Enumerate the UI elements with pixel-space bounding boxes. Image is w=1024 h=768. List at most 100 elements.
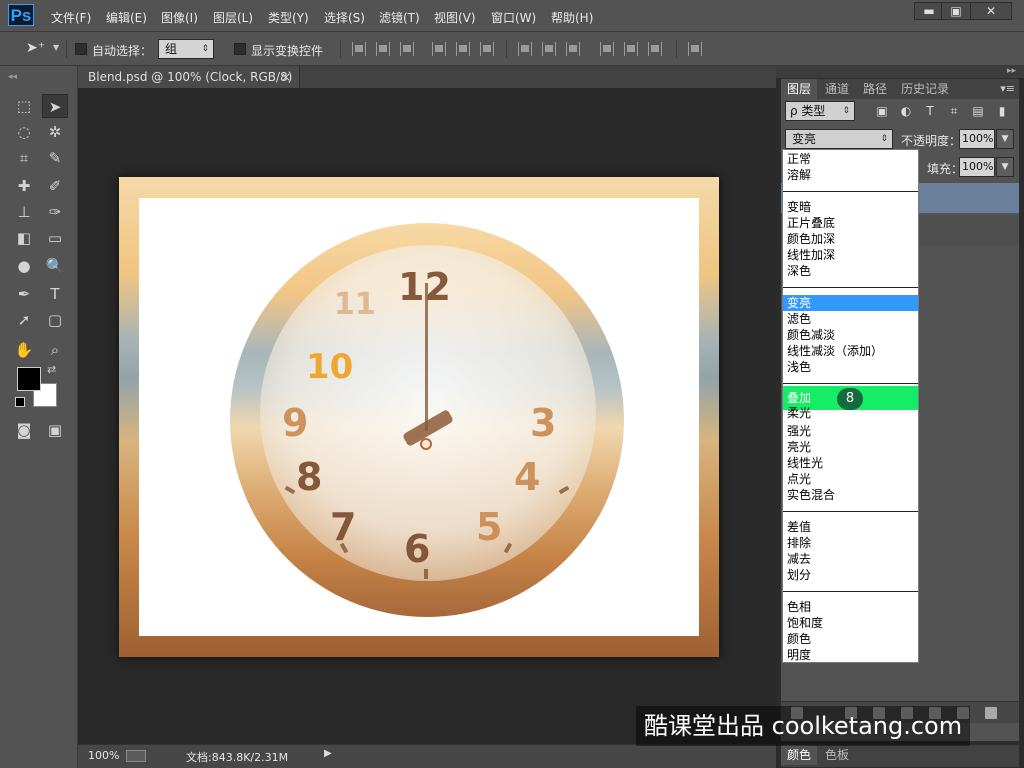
- dodge-tool-icon[interactable]: 🔍: [42, 254, 68, 278]
- eraser-tool-icon[interactable]: ◧: [11, 226, 37, 250]
- clone-stamp-tool-icon[interactable]: ⊥: [11, 200, 37, 224]
- fill-slider-toggle-icon[interactable]: ▼: [996, 157, 1014, 177]
- menu-help[interactable]: 帮助(H): [551, 9, 593, 26]
- blend-hue[interactable]: 色相: [783, 599, 918, 615]
- menu-image[interactable]: 图像(I): [161, 9, 198, 26]
- healing-brush-tool-icon[interactable]: ✚: [11, 174, 37, 198]
- align-top-icon[interactable]: [352, 42, 366, 56]
- distribute-hcenter-icon[interactable]: [624, 42, 638, 56]
- filter-adjustment-icon[interactable]: ◐: [899, 104, 913, 118]
- history-brush-tool-icon[interactable]: ✑: [42, 200, 68, 224]
- blend-difference[interactable]: 差值: [783, 519, 918, 535]
- magic-wand-tool-icon[interactable]: ✲: [42, 120, 68, 144]
- tab-color[interactable]: 颜色: [781, 745, 818, 765]
- gradient-tool-icon[interactable]: ▭: [42, 226, 68, 250]
- zoom-level[interactable]: 100%: [88, 749, 119, 762]
- blend-screen[interactable]: 滤色: [783, 311, 918, 327]
- menu-view[interactable]: 视图(V): [434, 9, 476, 26]
- tab-swatches[interactable]: 色板: [819, 745, 855, 765]
- pen-tool-icon[interactable]: ✒: [11, 282, 37, 306]
- blend-normal[interactable]: 正常: [783, 151, 918, 167]
- document-tab[interactable]: Blend.psd @ 100% (Clock, RGB/8) * ×: [78, 66, 300, 106]
- blend-lighten[interactable]: 变亮: [783, 295, 918, 311]
- panel-menu-icon[interactable]: ▾≡: [1000, 82, 1015, 95]
- blend-color-burn[interactable]: 颜色加深: [783, 231, 918, 247]
- brush-tool-icon[interactable]: ✐: [42, 174, 68, 198]
- blend-linear-burn[interactable]: 线性加深: [783, 247, 918, 263]
- quick-mask-icon[interactable]: ◙: [11, 418, 37, 442]
- blend-saturation[interactable]: 饱和度: [783, 615, 918, 631]
- close-tab-icon[interactable]: ×: [281, 66, 291, 88]
- distribute-bottom-icon[interactable]: [566, 42, 580, 56]
- filter-pixel-icon[interactable]: ▣: [875, 104, 889, 118]
- default-colors-icon[interactable]: [15, 397, 25, 407]
- blend-vivid-light[interactable]: 亮光: [783, 439, 918, 455]
- menu-window[interactable]: 窗口(W): [491, 9, 536, 26]
- blend-darken[interactable]: 变暗: [783, 199, 918, 215]
- blend-dissolve[interactable]: 溶解: [783, 167, 918, 183]
- blend-luminosity[interactable]: 明度: [783, 647, 918, 663]
- distribute-right-icon[interactable]: [648, 42, 662, 56]
- layer-filter-dropdown[interactable]: ρ 类型 ⇕: [785, 101, 855, 121]
- align-hcenter-icon[interactable]: [456, 42, 470, 56]
- blur-tool-icon[interactable]: ●: [11, 254, 37, 278]
- fill-input[interactable]: 100%: [959, 157, 995, 177]
- opacity-slider-toggle-icon[interactable]: ▼: [996, 129, 1014, 149]
- eyedropper-tool-icon[interactable]: ✎: [42, 146, 68, 170]
- foreground-color-swatch[interactable]: [17, 367, 41, 391]
- blend-soft-light[interactable]: 柔光: [783, 407, 918, 419]
- distribute-left-icon[interactable]: [600, 42, 614, 56]
- document-image[interactable]: 12 11 10 9 3 8 4 7 5 6: [119, 177, 719, 657]
- blend-mode-dropdown[interactable]: 变亮 ⇕: [785, 129, 893, 149]
- tab-history[interactable]: 历史记录: [895, 79, 955, 99]
- align-bottom-icon[interactable]: [400, 42, 414, 56]
- auto-align-icon[interactable]: [688, 42, 702, 56]
- filter-smart-object-icon[interactable]: ▤: [971, 104, 985, 118]
- screen-mode-icon[interactable]: ▣: [42, 418, 68, 442]
- rectangle-tool-icon[interactable]: ▢: [42, 308, 68, 332]
- blend-exclusion[interactable]: 排除: [783, 535, 918, 551]
- trash-icon[interactable]: [985, 707, 997, 719]
- blend-color[interactable]: 颜色: [783, 631, 918, 647]
- swap-colors-icon[interactable]: ⇄: [47, 363, 56, 376]
- move-tool-icon[interactable]: ➤: [42, 94, 68, 118]
- chevron-down-icon[interactable]: ▼: [53, 43, 59, 52]
- hand-tool-icon[interactable]: ✋: [11, 338, 37, 362]
- zoom-tool-icon[interactable]: ⌕: [42, 338, 68, 362]
- zoom-preview-icon[interactable]: [126, 750, 146, 762]
- crop-tool-icon[interactable]: ⌗: [11, 146, 37, 170]
- tab-channels[interactable]: 通道: [819, 79, 855, 99]
- close-button[interactable]: ✕: [970, 2, 1012, 20]
- filter-toggle-icon[interactable]: ▮: [995, 104, 1009, 118]
- menu-edit[interactable]: 编辑(E): [106, 9, 147, 26]
- maximize-button[interactable]: ▣: [941, 2, 971, 20]
- lasso-tool-icon[interactable]: ◌: [11, 120, 37, 144]
- blend-hard-light[interactable]: 强光: [783, 423, 918, 439]
- blend-hard-mix[interactable]: 实色混合: [783, 487, 918, 503]
- collapse-icon[interactable]: ◂◂: [8, 72, 17, 82]
- show-transform-checkbox[interactable]: [234, 43, 246, 55]
- filter-type-icon[interactable]: T: [923, 104, 937, 118]
- menu-type[interactable]: 类型(Y): [268, 9, 309, 26]
- menu-filter[interactable]: 滤镜(T): [379, 9, 420, 26]
- move-tool-preset-icon[interactable]: ➤⁺: [26, 40, 45, 56]
- blend-multiply[interactable]: 正片叠底: [783, 215, 918, 231]
- blend-divide[interactable]: 划分: [783, 567, 918, 583]
- blend-subtract[interactable]: 减去: [783, 551, 918, 567]
- blend-darker-color[interactable]: 深色: [783, 263, 918, 279]
- align-left-icon[interactable]: [432, 42, 446, 56]
- auto-select-dropdown[interactable]: 组 ⇕: [158, 39, 214, 59]
- opacity-input[interactable]: 100%: [959, 129, 995, 149]
- blend-pin-light[interactable]: 点光: [783, 471, 918, 487]
- blend-lighter-color[interactable]: 浅色: [783, 359, 918, 375]
- blend-linear-dodge[interactable]: 线性减淡（添加）: [783, 343, 918, 359]
- align-right-icon[interactable]: [480, 42, 494, 56]
- distribute-vcenter-icon[interactable]: [542, 42, 556, 56]
- filter-shape-icon[interactable]: ⌗: [947, 104, 961, 118]
- align-vcenter-icon[interactable]: [376, 42, 390, 56]
- menu-select[interactable]: 选择(S): [324, 9, 365, 26]
- type-tool-icon[interactable]: T: [42, 282, 68, 306]
- status-menu-arrow-icon[interactable]: ▶: [324, 748, 332, 759]
- tab-layers[interactable]: 图层: [781, 79, 818, 99]
- path-selection-tool-icon[interactable]: ➚: [11, 308, 37, 332]
